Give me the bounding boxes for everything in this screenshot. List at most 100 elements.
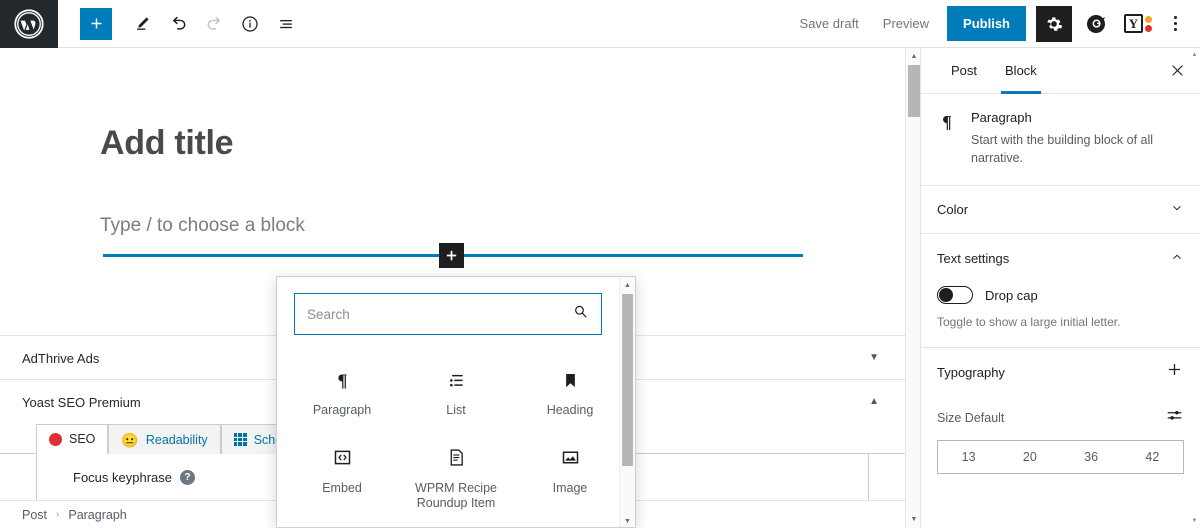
empty-block-placeholder[interactable]: Type / to choose a block [100, 215, 305, 237]
scroll-down-arrow-icon[interactable]: ▼ [620, 513, 635, 527]
edit-mode-button[interactable] [124, 6, 160, 42]
inserter-block-label: List [446, 403, 466, 417]
question-mark-icon[interactable]: ? [180, 470, 195, 485]
recipe-document-icon [446, 445, 467, 471]
block-info-title: Paragraph [971, 110, 1032, 125]
grid-icon [233, 433, 247, 446]
inserter-block-heading[interactable]: Heading [513, 355, 627, 429]
editor-toolbar: Save draft Preview Publish Y [0, 0, 1200, 48]
pencil-icon [136, 17, 149, 30]
yoast-tab-readability[interactable]: 😐 Readability [108, 424, 221, 454]
inserter-search-box[interactable] [294, 293, 602, 335]
grammarly-button[interactable] [1078, 6, 1114, 42]
scroll-up-arrow-icon[interactable]: ▲ [620, 277, 635, 293]
info-circle-icon [242, 15, 258, 32]
scroll-up-arrow-icon[interactable]: ▲ [1189, 48, 1200, 62]
chevron-right-icon: › [56, 509, 60, 520]
font-size-preset-large[interactable]: 36 [1061, 441, 1122, 473]
inline-inserter-button[interactable] [439, 243, 464, 268]
font-size-preset-huge[interactable]: 42 [1122, 441, 1183, 473]
save-draft-button[interactable]: Save draft [788, 8, 871, 39]
font-size-preset-small[interactable]: 13 [938, 441, 999, 473]
yoast-seo-button[interactable]: Y [1120, 6, 1156, 42]
search-input[interactable] [295, 294, 601, 334]
block-info-description: Start with the building block of all nar… [971, 133, 1154, 166]
meta-panel-title: AdThrive Ads [22, 350, 100, 366]
inserter-scrollbar[interactable]: ▲ ▼ [619, 277, 635, 527]
plus-icon[interactable] [1165, 360, 1184, 384]
inserter-block-wprm-recipe-roundup-item[interactable]: WPRM Recipe Roundup Item [399, 433, 513, 522]
image-icon [560, 445, 581, 471]
inserter-block-label: WPRM Recipe Roundup Item [415, 480, 497, 511]
chevron-up-icon[interactable]: ▲ [865, 393, 883, 411]
tab-block[interactable]: Block [991, 48, 1051, 94]
more-options-button[interactable] [1160, 6, 1190, 42]
yoast-tab-seo[interactable]: SEO [36, 424, 109, 454]
list-view-button[interactable] [268, 6, 304, 42]
plus-icon [446, 250, 457, 261]
inserter-block-grid: ¶ Paragraph List Heading Embed WPRM Reci… [277, 345, 635, 522]
toolbar-right-cluster: Save draft Preview Publish Y [788, 5, 1200, 42]
yoast-letter: Y [1124, 14, 1143, 33]
sliders-icon[interactable] [1165, 406, 1184, 430]
yoast-status-dots [1145, 15, 1152, 32]
font-size-preset-normal[interactable]: 20 [999, 441, 1060, 473]
post-title-input[interactable]: Add title [100, 124, 234, 163]
font-size-presets: 13 20 36 42 [937, 440, 1184, 475]
preview-button[interactable]: Preview [871, 8, 941, 39]
yoast-tab-label: Readability [145, 432, 208, 447]
inserter-block-paragraph[interactable]: ¶ Paragraph [285, 355, 399, 429]
code-embed-icon [332, 445, 353, 471]
panel-title: Color [937, 202, 969, 218]
settings-gear-button[interactable] [1036, 5, 1072, 42]
drop-cap-toggle[interactable] [937, 286, 973, 305]
chevron-down-icon[interactable] [1170, 201, 1184, 218]
chevron-up-icon[interactable] [1170, 250, 1184, 267]
drop-cap-label: Drop cap [985, 287, 1038, 303]
inserter-block-label: Image [552, 480, 588, 495]
breadcrumb-item-post[interactable]: Post [22, 508, 47, 522]
wordpress-logo-icon[interactable] [0, 0, 58, 48]
breadcrumb-item-paragraph[interactable]: Paragraph [68, 508, 126, 522]
list-view-icon [280, 19, 292, 28]
svg-text:¶: ¶ [942, 112, 951, 132]
undo-button[interactable] [160, 6, 196, 42]
meta-panel-title: Yoast SEO Premium [22, 394, 141, 410]
focus-keyphrase-label: Focus keyphrase [73, 470, 172, 485]
panel-color[interactable]: Color [921, 186, 1200, 235]
tab-post[interactable]: Post [937, 48, 991, 93]
inserter-block-label: Heading [546, 403, 594, 417]
heading-bookmark-icon [560, 367, 581, 393]
panel-text-settings[interactable]: Text settings [921, 234, 1200, 282]
yoast-seo-icon: Y [1124, 14, 1152, 33]
inserter-scrollbar-thumb[interactable] [622, 294, 633, 466]
inserter-block-image[interactable]: Image [513, 433, 627, 522]
drop-cap-row: Drop cap [937, 282, 1184, 314]
font-size-label: Size Default [937, 411, 1005, 426]
scroll-down-arrow-icon[interactable]: ▼ [1189, 514, 1200, 528]
neutral-face-icon: 😐 [121, 431, 139, 448]
publish-button[interactable]: Publish [947, 6, 1026, 41]
inserter-search-area [277, 277, 635, 345]
panel-title: Typography [937, 364, 1005, 380]
toolbar-left-cluster [58, 6, 304, 42]
panel-typography[interactable]: Typography [921, 348, 1200, 396]
add-block-button[interactable] [80, 7, 112, 40]
svg-text:¶: ¶ [337, 370, 347, 390]
yoast-tab-label: SEO [69, 432, 96, 446]
chevron-down-icon[interactable]: ▼ [865, 349, 883, 367]
red-dot-icon [49, 432, 62, 446]
sidebar-scrollbar[interactable]: ▲ ▼ [1189, 48, 1200, 528]
redo-button[interactable] [196, 6, 232, 42]
editor-scrollbar-thumb[interactable] [908, 65, 920, 117]
gear-icon [1047, 16, 1063, 31]
inserter-block-embed[interactable]: Embed [285, 433, 399, 522]
paragraph-pilcrow-icon: ¶ [937, 110, 957, 167]
inserter-block-label: Embed [322, 480, 362, 495]
close-x-icon [1171, 65, 1183, 76]
content-info-button[interactable] [232, 6, 268, 42]
sidebar-tab-bar: Post Block [921, 48, 1200, 94]
inserter-block-list[interactable]: List [399, 355, 513, 429]
drop-cap-help-text: Toggle to show a large initial letter. [937, 315, 1121, 330]
block-info-text: Paragraph Start with the building block … [971, 110, 1184, 167]
